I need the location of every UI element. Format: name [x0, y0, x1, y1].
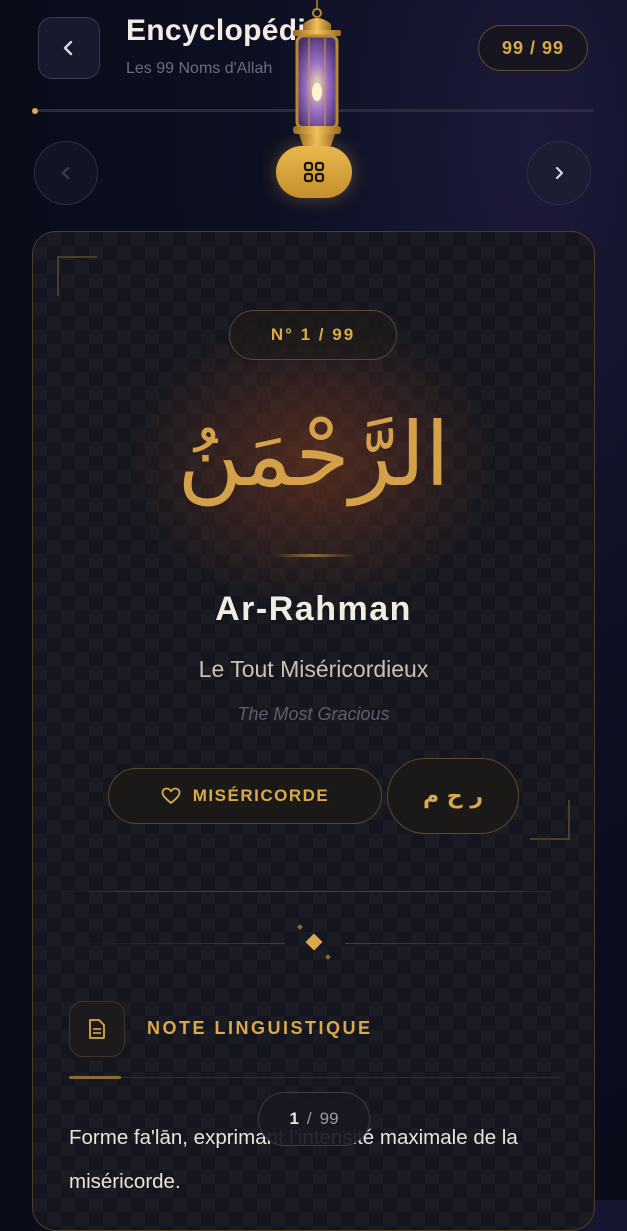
ornament-dot — [325, 954, 331, 960]
note-underline — [69, 1077, 559, 1078]
arabic-name: الرَّحْمَنُ — [177, 403, 450, 506]
root-letters-badge[interactable]: ر ح م — [387, 758, 519, 834]
grid-view-button[interactable] — [276, 146, 352, 198]
name-number-badge: N° 1 / 99 — [229, 310, 397, 360]
card-corner-ornament — [530, 800, 570, 840]
french-meaning: Le Tout Miséricordieux — [198, 656, 429, 682]
category-tag-label: MISÉRICORDE — [192, 786, 330, 805]
name-divider — [271, 554, 355, 557]
names-counter-badge: 99 / 99 — [478, 25, 588, 71]
card-corner-ornament — [57, 256, 97, 296]
section-separator — [63, 891, 563, 892]
chevron-left-icon — [63, 40, 73, 56]
transliteration: Ar-Rahman — [215, 590, 412, 628]
progress-fill — [32, 108, 38, 114]
page-current: 1 — [289, 1109, 299, 1128]
page-subtitle: Les 99 Noms d'Allah — [126, 60, 273, 77]
name-card: N° 1 / 99 الرَّحْمَنُ Ar-Rahman Le Tout … — [32, 231, 595, 1231]
page-total: 99 — [319, 1109, 339, 1128]
ornament-dot — [297, 924, 303, 930]
back-button[interactable] — [38, 17, 100, 79]
grid-icon — [303, 161, 325, 183]
page-indicator: 1 / 99 — [258, 1092, 370, 1146]
ornament-diamond — [305, 933, 323, 951]
note-heading: NOTE LINGUISTIQUE — [147, 1018, 373, 1038]
document-icon — [89, 1019, 105, 1039]
category-tag[interactable]: MISÉRICORDE — [108, 768, 382, 824]
english-meaning: The Most Gracious — [237, 704, 390, 724]
ornament-line-left — [73, 943, 285, 944]
chevron-left-icon — [61, 166, 70, 180]
previous-name-button[interactable] — [34, 141, 98, 205]
heart-icon — [161, 787, 181, 804]
ornament-line-right — [345, 943, 557, 944]
next-name-button[interactable] — [527, 141, 591, 205]
chevron-right-icon — [555, 166, 564, 180]
note-icon-box — [69, 1001, 125, 1057]
note-underline-accent — [69, 1076, 121, 1079]
page-separator: / — [306, 1109, 312, 1128]
